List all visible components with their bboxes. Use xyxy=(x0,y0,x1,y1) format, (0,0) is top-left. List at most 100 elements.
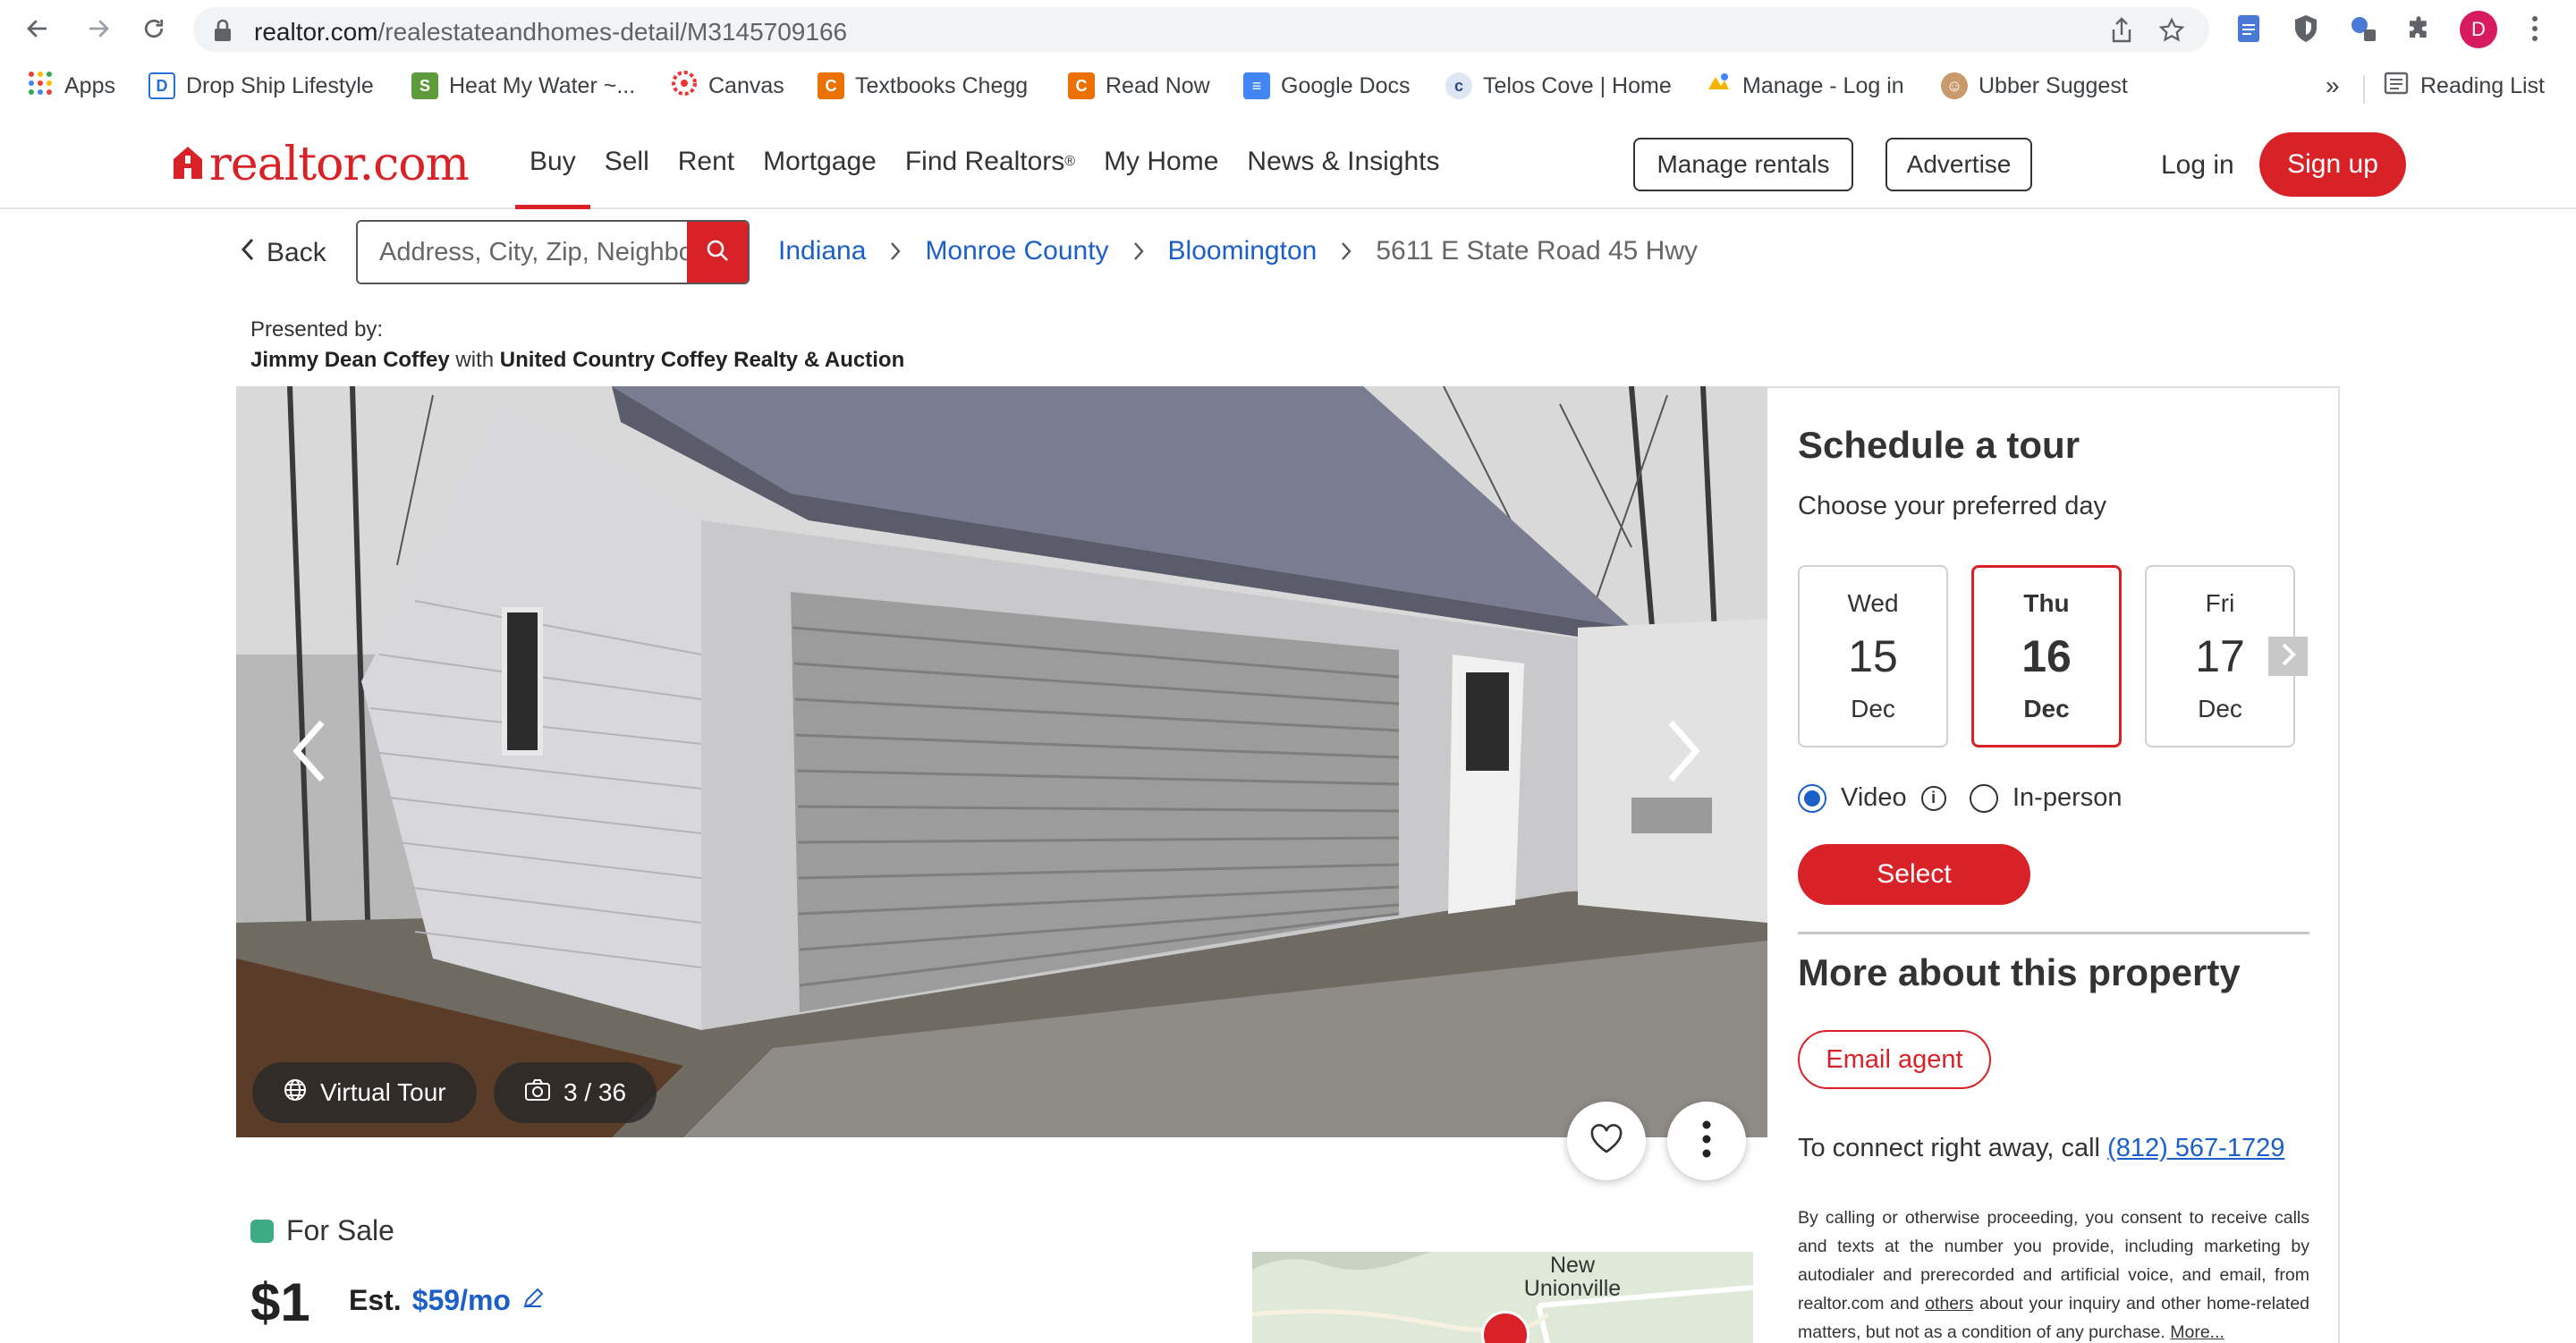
profile-avatar[interactable]: D xyxy=(2460,11,2497,48)
chegg-icon: C xyxy=(1068,72,1095,99)
nav-buy[interactable]: Buy xyxy=(515,114,590,209)
others-link[interactable]: others xyxy=(1925,1294,1973,1313)
bookmark-telos-cove[interactable]: c Telos Cove | Home xyxy=(1445,68,1672,104)
extensions-puzzle-icon[interactable] xyxy=(2402,13,2435,45)
day-card-thu[interactable]: Thu 16 Dec xyxy=(1971,565,2122,748)
schedule-tour-subtitle: Choose your preferred day xyxy=(1798,492,2106,520)
bookmark-label: Manage - Log in xyxy=(1742,72,1904,98)
est-payment-link[interactable]: $59/mo xyxy=(412,1284,511,1317)
office-name[interactable]: United Country Coffey Realty & Auction xyxy=(500,348,904,372)
bookmark-label: Ubber Suggest xyxy=(1979,72,2128,98)
forward-arrow-icon[interactable] xyxy=(80,11,116,46)
virtual-tour-button[interactable]: Virtual Tour xyxy=(252,1062,477,1123)
in-person-label: In-person xyxy=(2012,783,2123,812)
signup-button[interactable]: Sign up xyxy=(2259,132,2406,197)
radio-empty-icon xyxy=(1970,783,1998,813)
reading-list-button[interactable]: Reading List xyxy=(2383,68,2545,104)
search-input[interactable] xyxy=(358,222,689,283)
phone-link[interactable]: (812) 567-1729 xyxy=(2107,1134,2284,1162)
chevron-right-icon[interactable] xyxy=(1664,717,1717,798)
main-nav: Buy Sell Rent Mortgage Find Realtors ® My… xyxy=(515,114,1454,209)
next-days-button[interactable] xyxy=(2268,637,2308,676)
contact-panel: Schedule a tour Choose your preferred da… xyxy=(1767,386,2340,1343)
map-label-line1: New xyxy=(1549,1253,1595,1278)
share-icon[interactable] xyxy=(2107,16,2136,45)
manage-rentals-button[interactable]: Manage rentals xyxy=(1633,138,1853,191)
photo-counter: 3 / 36 xyxy=(564,1078,627,1106)
nav-label: My Home xyxy=(1104,147,1219,176)
day-card-wed[interactable]: Wed 15 Dec xyxy=(1798,565,1948,748)
nav-mortgage[interactable]: Mortgage xyxy=(749,114,891,209)
bookmark-read-now[interactable]: C Read Now xyxy=(1068,68,1210,104)
browser-menu-icon[interactable] xyxy=(2524,13,2546,45)
panel-divider xyxy=(1798,932,2309,934)
back-link[interactable]: Back xyxy=(240,236,326,270)
info-icon[interactable]: i xyxy=(1920,785,1946,811)
back-arrow-icon[interactable] xyxy=(20,11,55,46)
location-map[interactable]: New Unionville xyxy=(1252,1252,1753,1343)
browser-toolbar: realtor.com/realestateandhomes-detail/M3… xyxy=(0,0,2576,59)
more-options-button[interactable] xyxy=(1667,1102,1746,1180)
breadcrumb-address: 5611 E State Road 45 Hwy xyxy=(1376,236,1698,266)
with-text: with xyxy=(455,348,495,372)
nav-label: Find Realtors xyxy=(904,147,1065,176)
realtor-logo[interactable]: realtor.com xyxy=(172,138,470,191)
bookmarks-bar: Apps D Drop Ship Lifestyle S Heat My Wat… xyxy=(0,59,2576,114)
agent-name[interactable]: Jimmy Dean Coffey xyxy=(250,348,450,372)
pencil-icon[interactable] xyxy=(521,1284,545,1317)
bookmark-heat-my-water[interactable]: S Heat My Water ~... xyxy=(411,68,635,104)
advertise-button[interactable]: Advertise xyxy=(1885,138,2032,191)
bookmarks-overflow-button[interactable]: » xyxy=(2326,72,2340,100)
nav-find-realtors[interactable]: Find Realtors ® xyxy=(891,114,1089,209)
photo-gallery-button[interactable]: 3 / 36 xyxy=(494,1062,657,1123)
bookmark-canvas[interactable]: Canvas xyxy=(671,68,784,104)
bookmark-ubber-suggest[interactable]: ☺ Ubber Suggest xyxy=(1941,68,2128,104)
house-logo-icon xyxy=(172,145,204,185)
nav-label: Mortgage xyxy=(763,147,877,176)
more-link[interactable]: More... xyxy=(2170,1322,2224,1342)
listing-photo[interactable] xyxy=(236,386,1767,1137)
email-agent-button[interactable]: Email agent xyxy=(1798,1030,1991,1089)
address-bar[interactable]: realtor.com/realestateandhomes-detail/M3… xyxy=(193,7,2209,52)
bookmark-label: Heat My Water ~... xyxy=(449,72,636,98)
status-label: For Sale xyxy=(286,1214,394,1246)
breadcrumb-county[interactable]: Monroe County xyxy=(925,236,1108,266)
bookmark-drop-ship[interactable]: D Drop Ship Lifestyle xyxy=(148,68,374,104)
nav-sell[interactable]: Sell xyxy=(590,114,664,209)
bookmark-textbooks-chegg[interactable]: C Textbooks Chegg xyxy=(818,68,1028,104)
bookmark-label: Google Docs xyxy=(1281,72,1411,98)
logo-text: realtor.com xyxy=(209,138,470,191)
breadcrumb-city[interactable]: Bloomington xyxy=(1168,236,1318,266)
nav-rent[interactable]: Rent xyxy=(664,114,749,209)
search-button[interactable] xyxy=(687,222,748,283)
day-number: 15 xyxy=(1848,631,1898,681)
tour-type-video[interactable]: Video i xyxy=(1798,783,1946,813)
save-favorite-button[interactable] xyxy=(1567,1102,1646,1180)
chevron-left-icon xyxy=(240,236,256,270)
garage-photo-image xyxy=(236,386,1767,1137)
tour-type-in-person[interactable]: In-person xyxy=(1970,783,2123,813)
chevron-left-icon[interactable] xyxy=(290,717,343,798)
translate-extension-icon[interactable] xyxy=(2347,13,2379,45)
estimated-payment: Est. $59/mo xyxy=(349,1284,545,1317)
reload-icon[interactable] xyxy=(136,11,172,46)
docs-extension-icon[interactable] xyxy=(2233,13,2265,45)
bookmark-manage-login[interactable]: Manage - Log in xyxy=(1705,68,1904,104)
consent-text: By calling or otherwise proceeding, you … xyxy=(1798,1204,2309,1343)
url-path: /realestateandhomes-detail/M3145709166 xyxy=(377,18,848,46)
nav-label: Buy xyxy=(530,147,576,176)
select-tour-button[interactable]: Select xyxy=(1798,844,2030,905)
nav-news-insights[interactable]: News & Insights xyxy=(1233,114,1453,209)
login-link[interactable]: Log in xyxy=(2161,150,2234,181)
bookmark-star-icon[interactable] xyxy=(2157,16,2186,45)
bookmark-google-docs[interactable]: ≡ Google Docs xyxy=(1243,68,1411,104)
schedule-tour-title: Schedule a tour xyxy=(1798,424,2080,466)
shield-extension-icon[interactable] xyxy=(2290,13,2322,45)
nav-my-home[interactable]: My Home xyxy=(1089,114,1233,209)
breadcrumb-state[interactable]: Indiana xyxy=(778,236,866,266)
bookmark-apps[interactable]: Apps xyxy=(27,68,115,104)
ubersuggest-icon: ☺ xyxy=(1941,72,1968,99)
dropship-icon: D xyxy=(148,72,175,99)
bookmarks-divider xyxy=(2363,75,2365,104)
video-label: Video xyxy=(1841,783,1907,812)
